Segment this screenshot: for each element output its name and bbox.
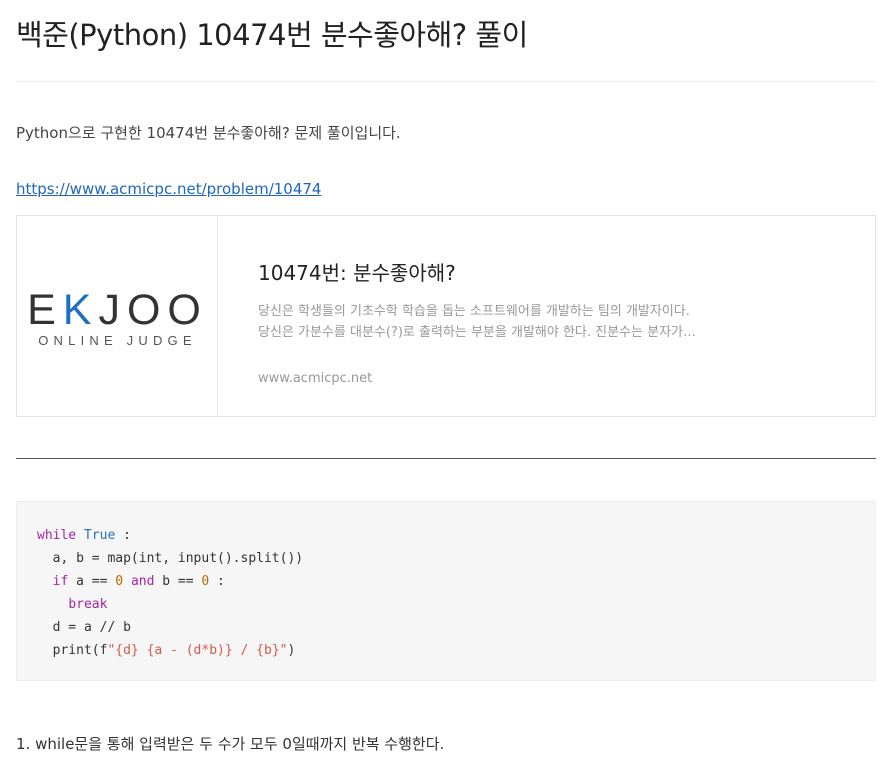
code-content: while True : a, b = map(int, input().spl… [37, 524, 303, 662]
code-string: "{d} {a - (d*b)} / {b}" [107, 643, 288, 658]
logo-letters-joo: JOO [98, 286, 208, 334]
logo-subtitle: ONLINE JUDGE [38, 333, 197, 348]
code-keyword: while [37, 528, 77, 543]
section-divider [16, 458, 876, 459]
preview-description-line: 당신은 학생들의 기초수학 학습을 돕는 소프트웨어를 개발하는 팀의 개발자이… [258, 304, 690, 319]
baekjoon-logo: EKJOO ONLINE JUDGE [17, 216, 218, 416]
code-text: ) [287, 643, 296, 658]
code-text: b == [154, 574, 202, 589]
preview-description: 당신은 학생들의 기초수학 학습을 돕는 소프트웨어를 개발하는 팀의 개발자이… [258, 301, 728, 343]
code-text: : [209, 574, 225, 589]
code-text: d = a // b [52, 620, 131, 635]
logo-wordmark: EKJOO [17, 286, 218, 335]
explanation-step-1: 1. while문을 통해 입력받은 두 수가 모두 0일때까지 반복 수행한다… [16, 735, 445, 753]
code-text: a, b = map(int, input().split()) [52, 551, 304, 566]
post-title: 백준(Python) 10474번 분수좋아해? 풀이 [16, 18, 528, 52]
link-preview-card[interactable]: EKJOO ONLINE JUDGE 10474번: 분수좋아해? 당신은 학생… [16, 215, 876, 417]
preview-description-line: 당신은 가분수를 대분수(?)로 출력하는 부분을 개발해야 한다. 진분수는 … [258, 325, 696, 340]
code-keyword: and [130, 574, 155, 589]
preview-domain: www.acmicpc.net [258, 371, 373, 386]
code-block[interactable]: while True : a, b = map(int, input().spl… [16, 501, 876, 681]
title-divider [16, 81, 876, 82]
logo-letter-k: K [62, 286, 99, 334]
preview-title[interactable]: 10474번: 분수좋아해? [258, 257, 456, 286]
intro-text: Python으로 구현한 10474번 분수좋아해? 문제 풀이입니다. [16, 124, 401, 142]
problem-link[interactable]: https://www.acmicpc.net/problem/10474 [16, 180, 321, 198]
code-number: 0 [115, 574, 124, 589]
code-keyword: if [52, 574, 69, 589]
code-keyword: break [68, 597, 108, 612]
code-text: : [115, 528, 131, 543]
code-text: print(f [52, 643, 108, 658]
logo-letter-e: E [27, 286, 63, 334]
blog-post: 백준(Python) 10474번 분수좋아해? 풀이 Python으로 구현한… [0, 0, 889, 762]
code-text: a == [68, 574, 116, 589]
code-builtin: True [83, 528, 116, 543]
